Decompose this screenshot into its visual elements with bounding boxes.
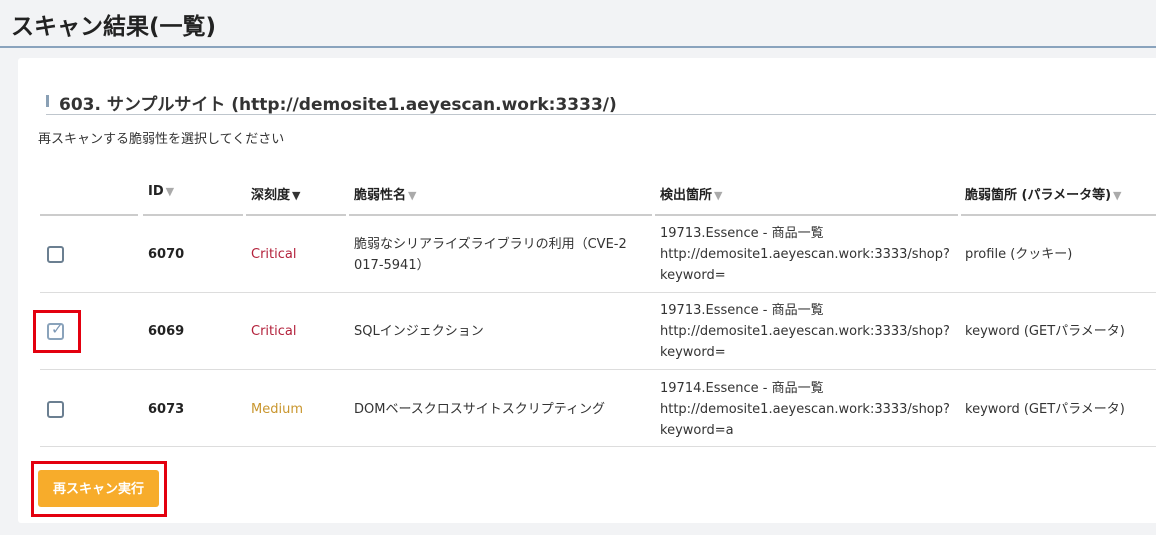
- row-select-checkbox[interactable]: ✓: [47, 320, 64, 340]
- detected-location-url: http://demosite1.aeyescan.work:3333/shop…: [660, 402, 950, 417]
- column-header-label: 深刻度: [251, 188, 291, 203]
- column-header-label: 脆弱箇所 (パラメータ等): [965, 188, 1112, 203]
- column-header-detected-location[interactable]: 検出箇所 ▼: [660, 184, 722, 203]
- heading-bar-icon: [46, 95, 49, 107]
- vulnerable-parameter: keyword (GETパラメータ): [965, 324, 1125, 339]
- column-header-label: ID: [148, 184, 164, 199]
- instruction-text: 再スキャンする脆弱性を選択してください: [38, 132, 285, 147]
- detected-location-url: http://demosite1.aeyescan.work:3333/shop…: [660, 324, 950, 339]
- sort-arrow-icon: ▼: [1113, 189, 1122, 202]
- vulnerability-name: DOMベースクロスサイトスクリプティング: [354, 402, 606, 417]
- column-header-vulnerability-name[interactable]: 脆弱性名 ▼: [354, 184, 416, 203]
- sort-arrow-icon: ▼: [408, 189, 417, 202]
- header-divider: [961, 214, 1156, 216]
- site-heading: 603. サンプルサイト (http://demosite1.aeyescan.…: [46, 88, 1156, 115]
- detected-location-url: http://demosite1.aeyescan.work:3333/shop…: [660, 247, 950, 262]
- row-divider: [40, 292, 1156, 293]
- header-divider: [349, 214, 652, 216]
- column-header-id[interactable]: ID ▼: [148, 184, 174, 199]
- page-title: スキャン結果(一覧): [11, 14, 217, 40]
- vulnerable-parameter: keyword (GETパラメータ): [965, 402, 1125, 417]
- detected-location-param: keyword=: [660, 345, 726, 360]
- detected-location-param: keyword=: [660, 268, 726, 283]
- row-select-checkbox[interactable]: [47, 401, 64, 418]
- rescan-button[interactable]: 再スキャン実行: [38, 470, 159, 507]
- detected-location: 19713.Essence - 商品一覧: [660, 226, 824, 241]
- vulnerability-name: 017-5941）: [354, 258, 430, 273]
- row-id: 6069: [148, 324, 185, 339]
- site-title: 603. サンプルサイト (http://demosite1.aeyescan.…: [59, 95, 617, 115]
- checkmark-icon: ✓: [51, 320, 64, 338]
- row-divider: [40, 369, 1156, 370]
- header-divider: [143, 214, 243, 216]
- sort-arrow-icon: ▼: [714, 189, 723, 202]
- column-header-vulnerable-parameter[interactable]: 脆弱箇所 (パラメータ等) ▼: [965, 184, 1122, 203]
- vulnerability-name: 脆弱なシリアライズライブラリの利用（CVE-2: [354, 237, 627, 252]
- detected-location-param: keyword=a: [660, 423, 734, 438]
- row-id: 6070: [148, 247, 185, 262]
- header-divider: [655, 214, 958, 216]
- vulnerable-parameter: profile (クッキー): [965, 247, 1073, 262]
- results-panel: 603. サンプルサイト (http://demosite1.aeyescan.…: [18, 58, 1156, 523]
- severity-badge: Medium: [251, 402, 303, 417]
- vulnerability-name: SQLインジェクション: [354, 324, 484, 339]
- sort-arrow-icon: ▼: [165, 185, 175, 198]
- sort-arrow-icon: ▼: [292, 189, 301, 202]
- row-select-checkbox[interactable]: [47, 246, 64, 263]
- detected-location: 19713.Essence - 商品一覧: [660, 303, 824, 318]
- page-header: スキャン結果(一覧): [0, 0, 1156, 48]
- header-divider: [40, 214, 138, 216]
- severity-badge: Critical: [251, 247, 297, 262]
- row-divider: [40, 446, 1156, 447]
- column-header-severity[interactable]: 深刻度 ▼: [251, 184, 300, 203]
- header-divider: [246, 214, 346, 216]
- column-header-label: 脆弱性名: [354, 188, 407, 203]
- detected-location: 19714.Essence - 商品一覧: [660, 381, 824, 396]
- severity-badge: Critical: [251, 324, 297, 339]
- column-header-label: 検出箇所: [660, 188, 713, 203]
- row-id: 6073: [148, 402, 185, 417]
